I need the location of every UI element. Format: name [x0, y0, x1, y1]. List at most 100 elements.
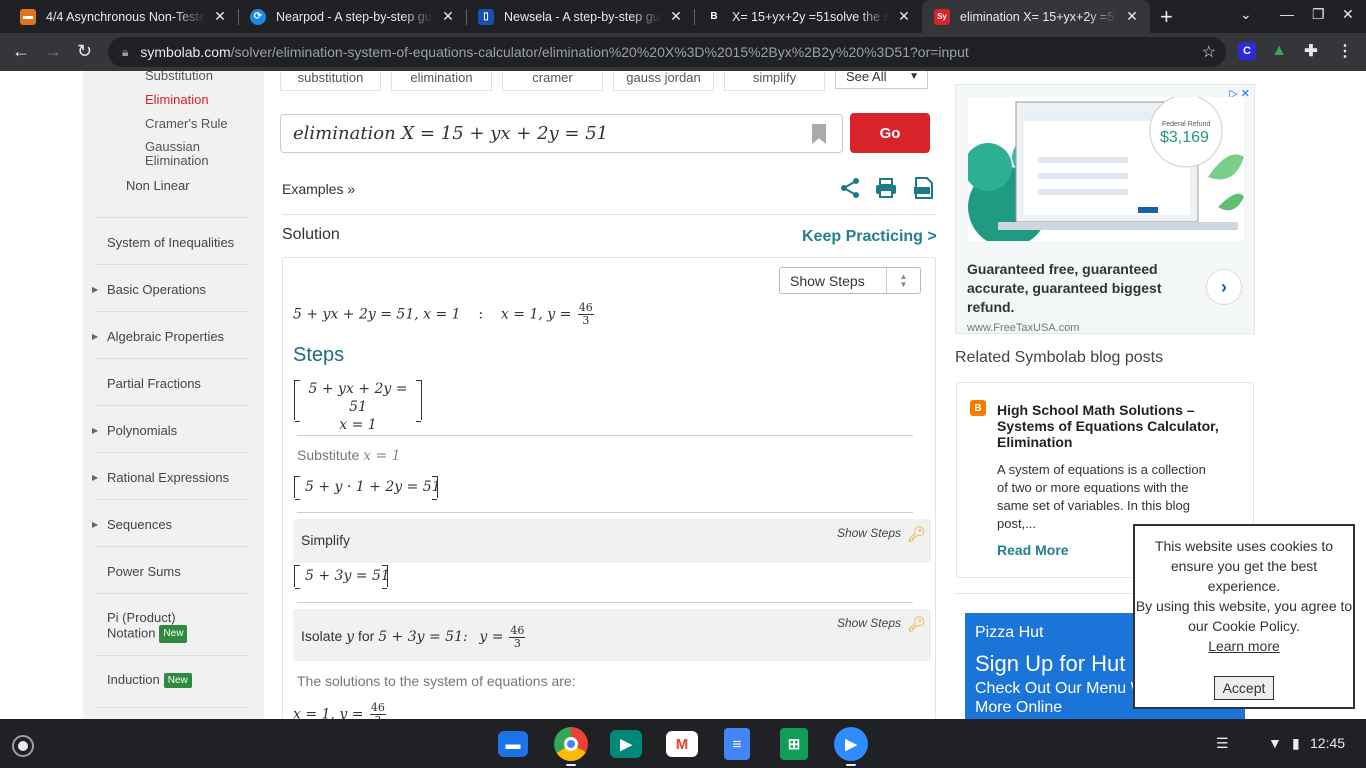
close-tab-icon[interactable]: ✕ — [668, 8, 684, 25]
simplify-step: Simplify Show Steps 🔑︎ — [293, 519, 931, 563]
expand-arrow-icon: ▶ — [92, 426, 99, 435]
sidebar-item-gaussian-elimination[interactable]: Gaussian Elimination — [145, 140, 235, 168]
tab-search-icon[interactable]: ⌄ — [1240, 6, 1252, 23]
chip-simplify[interactable]: simplify — [724, 71, 825, 91]
chip-gauss-jordan[interactable]: gauss jordan — [613, 71, 714, 91]
extension-c-icon[interactable]: C — [1238, 42, 1256, 60]
sidebar-item-algebraic-properties[interactable]: Algebraic Properties — [107, 329, 224, 344]
google-drive-icon[interactable]: ▲ — [1270, 42, 1288, 60]
equation-matrix: 5 + yx + 2y = 51 x = 1 — [294, 380, 422, 433]
files-icon[interactable]: ▬ — [498, 731, 528, 757]
isolate-step: Isolate y for 5 + 3y = 51: y = 46 3 Show … — [293, 609, 931, 661]
expand-arrow-icon: ▶ — [92, 285, 99, 294]
sidebar-item-basic-operations[interactable]: Basic Operations — [107, 282, 206, 297]
fraction: 463 — [369, 701, 386, 719]
ad-freetaxusa[interactable]: ▷ ✕ Federal Refund $3,169 Guaranteed fre… — [955, 84, 1255, 334]
close-tab-icon[interactable]: ✕ — [212, 8, 228, 25]
tab-nearpod[interactable]: ⟳ Nearpod - A step-by-step guide ✕ — [238, 0, 466, 33]
menu-kebab-icon[interactable]: ⋮ — [1336, 42, 1354, 60]
sidebar-item-elimination[interactable]: Elimination — [145, 92, 209, 107]
fraction: 463 — [577, 301, 594, 327]
solutions-text: The solutions to the system of equations… — [297, 673, 576, 689]
bookmark-star-icon[interactable]: ☆ — [1202, 42, 1216, 62]
sidebar-item-substitution[interactable]: Substitution — [145, 71, 213, 83]
sidebar-item-partial-fractions[interactable]: Partial Fractions — [107, 376, 201, 391]
close-tab-icon[interactable]: ✕ — [440, 8, 456, 25]
sidebar-item-non-linear[interactable]: Non Linear — [126, 178, 190, 193]
query-input[interactable]: elimination X = 15 + yx + 2y = 51 — [280, 114, 843, 153]
show-steps-select[interactable]: Show Steps ▲ ▼ — [779, 267, 921, 294]
see-all-dropdown[interactable]: See All ▼ — [835, 71, 928, 89]
tab-newsela[interactable]: ▯ Newsela - A step-by-step guide ✕ — [466, 0, 694, 33]
blogger-icon: B — [970, 400, 986, 416]
keep-practicing-link[interactable]: Keep Practicing > — [802, 228, 937, 246]
sidebar: Substitution Elimination Cramer's Rule G… — [83, 71, 264, 719]
tab-brainly[interactable]: B X= 15+yx+2y =51solve the sys ✕ — [694, 0, 922, 33]
bookmark-icon[interactable] — [812, 124, 826, 144]
browser-toolbar: ← → ↻ 🔒︎ symbolab.com/solver/elimination… — [0, 33, 1366, 71]
google-docs-icon[interactable]: ≡ — [724, 728, 750, 760]
solution-box: Show Steps ▲ ▼ 5 + yx + 2y = 51, x = 1 : … — [282, 257, 936, 719]
go-button[interactable]: Go — [850, 113, 930, 153]
new-tab-icon[interactable]: + — [1160, 4, 1173, 30]
pdf-icon[interactable] — [913, 177, 935, 199]
sidebar-item-sequences[interactable]: Sequences — [107, 517, 172, 532]
chip-cramer[interactable]: cramer — [502, 71, 603, 91]
sidebar-item-power-sums[interactable]: Power Sums — [107, 564, 181, 579]
zoom-icon[interactable]: ▶ — [834, 727, 868, 761]
ad-illustration — [968, 97, 1244, 241]
newsela-favicon-icon: ▯ — [478, 8, 494, 25]
substitute-step: Substitute x = 1 — [297, 447, 401, 464]
read-more-link[interactable]: Read More — [997, 542, 1069, 558]
gmail-icon[interactable]: M — [666, 731, 698, 757]
battery-icon[interactable]: ▮ — [1292, 735, 1300, 752]
examples-link[interactable]: Examples » — [282, 181, 355, 197]
clock[interactable]: 12:45 — [1310, 735, 1345, 751]
lock-icon: 🔒︎ — [122, 44, 129, 59]
key-icon[interactable]: 🔑︎ — [907, 527, 926, 543]
launcher-icon[interactable] — [12, 735, 34, 757]
key-icon[interactable]: 🔑︎ — [907, 617, 926, 633]
steps-heading: Steps — [293, 344, 345, 366]
sidebar-item-rational-expressions[interactable]: Rational Expressions — [107, 470, 229, 485]
holding-space-icon[interactable]: ☰ — [1216, 735, 1229, 752]
ad-url[interactable]: www.FreeTaxUSA.com — [967, 322, 1079, 334]
answer-line: 5 + yx + 2y = 51, x = 1 : x = 1, y = 46 3 — [293, 301, 594, 327]
tab-asynchronous[interactable]: ▬ 4/4 Asynchronous Non-Tested ✕ — [8, 0, 238, 33]
sidebar-item-pi-notation[interactable]: Pi (Product) Notation New — [107, 610, 217, 643]
ad-next-arrow-icon[interactable]: › — [1206, 269, 1242, 305]
solution-heading: Solution — [282, 226, 340, 243]
show-steps-link[interactable]: Show Steps — [837, 616, 901, 630]
share-icon[interactable] — [839, 177, 861, 199]
extensions-puzzle-icon[interactable]: ✚ — [1302, 42, 1320, 60]
google-meet-icon[interactable]: ▶ — [610, 730, 642, 758]
final-answer: x = 1, y = 463 — [293, 702, 388, 719]
chrome-icon[interactable] — [554, 727, 588, 761]
address-bar[interactable]: 🔒︎ symbolab.com/solver/elimination-syste… — [108, 37, 1226, 67]
wifi-icon[interactable]: ▼ — [1268, 735, 1282, 751]
show-steps-link[interactable]: Show Steps — [837, 526, 901, 540]
blog-title[interactable]: High School Math Solutions – Systems of … — [997, 402, 1222, 450]
cookie-banner: This website uses cookies to ensure you … — [1133, 524, 1355, 709]
forward-icon[interactable]: → — [44, 41, 62, 62]
brainly-favicon-icon: B — [706, 8, 722, 25]
print-icon[interactable] — [875, 177, 897, 199]
close-window-icon[interactable]: ✕ — [1342, 6, 1354, 23]
close-tab-icon[interactable]: ✕ — [896, 8, 912, 25]
reload-icon[interactable]: ↻ — [77, 41, 92, 62]
sidebar-item-polynomials[interactable]: Polynomials — [107, 423, 177, 438]
tab-symbolab[interactable]: Sy elimination X= 15+yx+2y =51 ✕ — [922, 0, 1150, 33]
chip-elimination[interactable]: elimination — [391, 71, 492, 91]
google-sheets-icon[interactable]: ⊞ — [780, 728, 808, 760]
ad-text[interactable]: Guaranteed free, guaranteed accurate, gu… — [967, 260, 1167, 317]
close-tab-icon[interactable]: ✕ — [1124, 8, 1140, 25]
sidebar-item-cramers-rule[interactable]: Cramer's Rule — [145, 116, 228, 131]
maximize-icon[interactable]: ❐ — [1312, 6, 1325, 23]
sidebar-item-induction[interactable]: Induction New — [107, 672, 192, 689]
accept-cookies-button[interactable]: Accept — [1213, 676, 1275, 700]
learn-more-link[interactable]: Learn more — [1135, 636, 1353, 656]
sidebar-item-system-of-inequalities[interactable]: System of Inequalities — [107, 235, 234, 250]
minimize-icon[interactable]: — — [1280, 6, 1294, 22]
chip-substitution[interactable]: substitution — [280, 71, 381, 91]
back-icon[interactable]: ← — [12, 41, 30, 62]
